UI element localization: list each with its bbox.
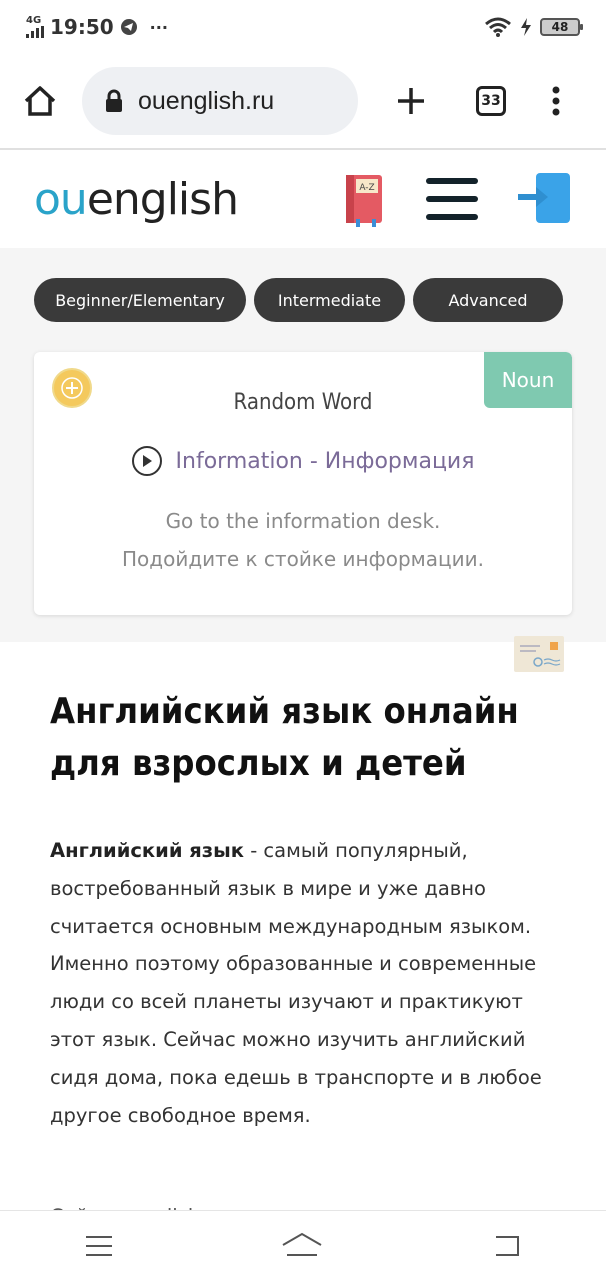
home-icon[interactable] bbox=[22, 83, 58, 119]
system-nav-bar bbox=[0, 1210, 606, 1280]
more-notifications: ··· bbox=[149, 17, 168, 37]
dictionary-icon[interactable]: A-Z bbox=[342, 171, 388, 227]
new-tab-button[interactable] bbox=[396, 86, 426, 116]
lock-icon bbox=[106, 89, 122, 112]
more-vert-icon[interactable] bbox=[552, 86, 560, 116]
level-buttons: Beginner/Elementary Intermediate Advance… bbox=[34, 278, 563, 322]
level-beginner-button[interactable]: Beginner/Elementary bbox=[34, 278, 246, 322]
logo-accent: ou bbox=[34, 173, 88, 225]
logo-rest: english bbox=[86, 173, 239, 225]
wifi-icon bbox=[485, 17, 511, 37]
nav-home-icon[interactable] bbox=[281, 1231, 323, 1261]
login-icon[interactable] bbox=[516, 171, 572, 227]
plus-icon bbox=[398, 88, 424, 114]
network-indicator: 4G bbox=[26, 16, 44, 38]
site-logo[interactable]: ouenglish bbox=[34, 173, 239, 225]
svg-text:A-Z: A-Z bbox=[359, 183, 374, 193]
signal-icon bbox=[26, 26, 44, 38]
content-band: Beginner/Elementary Intermediate Advance… bbox=[0, 248, 606, 642]
article-paragraph: Английский язык - самый популярный, вост… bbox=[50, 832, 570, 1134]
tab-count: 33 bbox=[476, 86, 506, 116]
stamp-decoration bbox=[514, 636, 564, 672]
tab-switcher-button[interactable]: 33 bbox=[476, 86, 506, 116]
article-lead-text: - самый популярный, востребованный язык … bbox=[50, 839, 542, 1127]
menu-icon[interactable] bbox=[84, 1234, 114, 1258]
example-english: Go to the information desk. bbox=[165, 509, 441, 533]
url-text: ouenglish.ru bbox=[138, 86, 275, 115]
example-russian: Подойдите к стойке информации. bbox=[122, 547, 484, 571]
random-word-title: Random Word bbox=[233, 390, 373, 415]
address-bar[interactable]: ouenglish.ru bbox=[82, 67, 358, 135]
hamburger-icon[interactable] bbox=[424, 176, 480, 222]
word-line: Information - Информация bbox=[34, 446, 572, 476]
article-next-line: Сайт ouenglish... bbox=[50, 1200, 570, 1210]
battery-indicator: 48 bbox=[540, 18, 583, 36]
level-intermediate-button[interactable]: Intermediate bbox=[254, 278, 405, 322]
clock: 19:50 bbox=[50, 15, 114, 39]
telegram-icon bbox=[120, 19, 137, 35]
network-type: 4G bbox=[26, 15, 42, 26]
random-word-card: Noun Random Word Information - Информаци… bbox=[34, 352, 572, 615]
level-advanced-button[interactable]: Advanced bbox=[413, 278, 563, 322]
article-title: Английский язык онлайн для взрослых и де… bbox=[50, 691, 519, 784]
browser-toolbar: ouenglish.ru 33 bbox=[0, 54, 606, 150]
postcard-icon bbox=[520, 642, 561, 667]
word-translation: Information - Информация bbox=[175, 448, 475, 474]
back-icon[interactable] bbox=[490, 1233, 522, 1259]
status-right: 48 bbox=[484, 16, 583, 38]
article-lead-bold: Английский язык bbox=[50, 839, 244, 862]
play-icon[interactable] bbox=[131, 446, 162, 476]
status-left: 4G 19:50 ··· bbox=[26, 15, 168, 39]
charging-icon bbox=[521, 18, 531, 36]
site-header: ouenglish A-Z bbox=[0, 150, 606, 248]
status-bar: 4G 19:50 ··· 48 bbox=[0, 0, 606, 54]
header-icons: A-Z bbox=[342, 171, 572, 227]
